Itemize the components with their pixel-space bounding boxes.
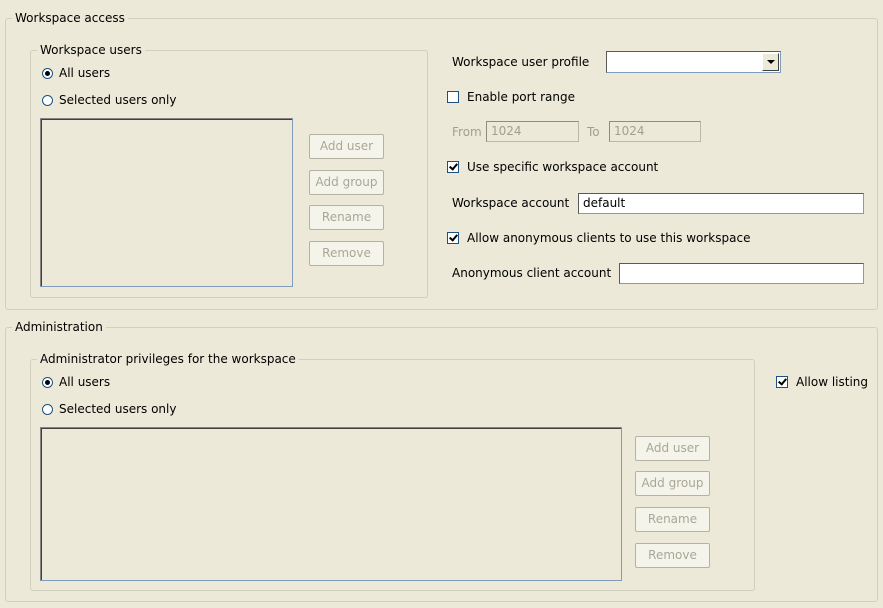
checkbox-checked-icon [447,161,459,173]
admin-rename-button[interactable]: Rename [635,507,710,532]
anonymous-account-field[interactable] [619,263,864,284]
allow-listing-checkbox[interactable]: Allow listing [776,374,868,390]
workspace-add-group-button[interactable]: Add group [309,170,384,195]
workspace-remove-button[interactable]: Remove [309,241,384,266]
workspace-users-list[interactable] [40,118,293,287]
admin-all-users-label: All users [59,375,111,389]
user-profile-select[interactable] [606,51,781,73]
enable-port-range-checkbox[interactable]: Enable port range [447,89,575,105]
workspace-add-user-button[interactable]: Add user [309,134,384,159]
admin-privileges-title: Administrator privileges for the workspa… [37,352,299,366]
admin-remove-button[interactable]: Remove [635,543,710,568]
checkbox-unchecked-icon [447,91,459,103]
workspace-users-title: Workspace users [37,43,145,57]
enable-port-range-label: Enable port range [467,90,575,104]
admin-selected-users-label: Selected users only [59,402,177,416]
from-port-field[interactable]: 1024 [486,121,579,142]
radio-unchecked-icon [42,403,53,415]
allow-anonymous-checkbox[interactable]: Allow anonymous clients to use this work… [447,230,750,246]
allow-anonymous-label: Allow anonymous clients to use this work… [467,231,751,245]
from-label: From [452,125,482,139]
checkbox-checked-icon [447,232,459,244]
to-port-field[interactable]: 1024 [609,121,701,142]
anonymous-account-label: Anonymous client account [452,266,612,280]
checkbox-checked-icon [776,376,788,388]
allow-listing-label: Allow listing [796,375,869,389]
administration-title: Administration [12,320,106,334]
to-label: To [587,125,600,139]
admin-selected-users-radio[interactable]: Selected users only [42,401,176,417]
admin-add-group-button[interactable]: Add group [635,471,710,496]
workspace-selected-users-label: Selected users only [59,93,177,107]
admin-all-users-radio[interactable]: All users [42,374,110,390]
workspace-account-field[interactable]: default [578,193,864,214]
use-specific-account-label: Use specific workspace account [467,160,659,174]
workspace-account-label: Workspace account [452,196,570,210]
workspace-rename-button[interactable]: Rename [309,205,384,230]
radio-unchecked-icon [42,94,53,106]
workspace-selected-users-radio[interactable]: Selected users only [42,92,176,108]
radio-checked-icon [42,67,53,79]
admin-users-list[interactable] [40,427,622,581]
use-specific-account-checkbox[interactable]: Use specific workspace account [447,159,658,175]
admin-add-user-button[interactable]: Add user [635,436,710,461]
chevron-down-icon[interactable] [762,53,779,71]
workspace-all-users-label: All users [59,66,111,80]
workspace-access-title: Workspace access [12,11,128,25]
radio-checked-icon [42,376,53,388]
user-profile-label: Workspace user profile [452,55,590,69]
workspace-all-users-radio[interactable]: All users [42,65,110,81]
